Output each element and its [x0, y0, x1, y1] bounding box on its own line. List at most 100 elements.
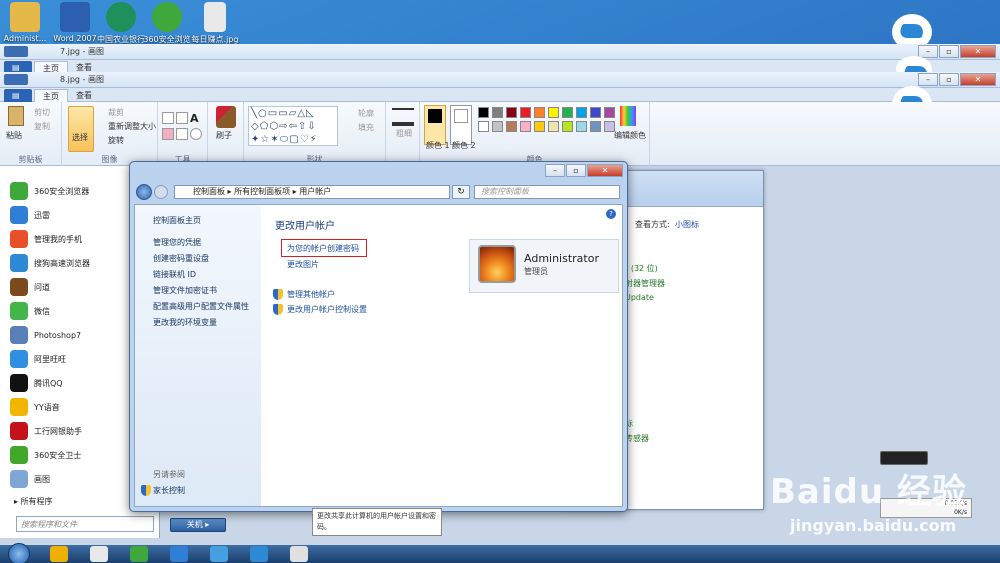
- maximize-button[interactable]: ▫: [939, 73, 959, 86]
- uac-settings-link[interactable]: 更改用户帐户控制设置: [287, 304, 367, 315]
- refresh-button[interactable]: ↻: [452, 185, 470, 199]
- nav-encryption-cert[interactable]: 管理文件加密证书: [153, 285, 217, 296]
- color-swatch[interactable]: [562, 121, 573, 132]
- media-widget[interactable]: [880, 451, 928, 465]
- breadcrumb-2[interactable]: 用户帐户: [299, 187, 331, 196]
- create-password-link[interactable]: 为您的帐户创建密码: [287, 243, 359, 254]
- taskbar-app-icon[interactable]: [90, 546, 108, 562]
- cut-button[interactable]: 剪切: [34, 107, 50, 118]
- size-icon[interactable]: [392, 108, 414, 126]
- select-button[interactable]: [68, 106, 94, 152]
- close-button[interactable]: ✕: [960, 45, 996, 58]
- color-swatch[interactable]: [548, 121, 559, 132]
- manage-other-accounts-link[interactable]: 管理其他帐户: [287, 289, 335, 300]
- nav-env-vars[interactable]: 更改我的环境变量: [153, 317, 217, 328]
- view-mode-value[interactable]: 小图标: [675, 219, 699, 230]
- pencil-icon[interactable]: [162, 112, 174, 124]
- file-menu-tab[interactable]: ▤: [4, 89, 32, 102]
- start-menu-item[interactable]: 工行网银助手: [10, 420, 82, 442]
- color-swatch[interactable]: [604, 107, 615, 118]
- paste-button[interactable]: 粘贴: [6, 130, 22, 141]
- start-button[interactable]: [8, 543, 30, 563]
- start-menu-item[interactable]: 腾讯QQ: [10, 372, 63, 394]
- color-swatch[interactable]: [478, 107, 489, 118]
- back-item-1[interactable]: r (32 位): [625, 263, 658, 274]
- start-menu-item[interactable]: 360安全浏览器: [10, 180, 89, 202]
- color-swatch[interactable]: [520, 121, 531, 132]
- desktop-icon-admin[interactable]: Administ...: [0, 2, 50, 43]
- maximize-button[interactable]: ▫: [939, 45, 959, 58]
- change-picture-link[interactable]: 更改图片: [287, 259, 319, 270]
- edit-colors-button[interactable]: 编辑颜色: [614, 130, 646, 141]
- start-menu-item[interactable]: 迅雷: [10, 204, 50, 226]
- taskbar-app-icon[interactable]: [170, 546, 188, 562]
- start-menu-item[interactable]: 阿里旺旺: [10, 348, 66, 370]
- start-menu-item[interactable]: 360安全卫士: [10, 444, 81, 466]
- breadcrumb-0[interactable]: 控制面板: [193, 187, 225, 196]
- start-menu-item[interactable]: YY语音: [10, 396, 60, 418]
- outline-button[interactable]: 轮廓: [358, 108, 374, 119]
- picker-icon[interactable]: [176, 128, 188, 140]
- fill-icon[interactable]: [176, 112, 188, 124]
- breadcrumb-1[interactable]: 所有控制面板项: [234, 187, 290, 196]
- nav-advanced-profile[interactable]: 配置高级用户配置文件属性: [153, 301, 249, 312]
- taskbar-app-icon[interactable]: [130, 546, 148, 562]
- start-search-input[interactable]: 搜索程序和文件: [16, 516, 154, 532]
- minimize-button[interactable]: –: [545, 164, 565, 177]
- taskbar-app-icon[interactable]: [50, 546, 68, 562]
- color-swatch[interactable]: [590, 107, 601, 118]
- taskbar-app-icon[interactable]: [210, 546, 228, 562]
- crop-button[interactable]: 裁剪: [108, 107, 124, 118]
- brush-icon[interactable]: [216, 106, 236, 128]
- close-button[interactable]: ✕: [587, 164, 623, 177]
- back-item-5[interactable]: 传感器: [625, 433, 649, 444]
- color-swatch[interactable]: [520, 107, 531, 118]
- color-swatch[interactable]: [548, 107, 559, 118]
- taskbar-app-icon[interactable]: [250, 546, 268, 562]
- color-swatch[interactable]: [492, 107, 503, 118]
- all-programs-link[interactable]: ▸ 所有程序: [14, 496, 53, 507]
- control-panel-search-input[interactable]: 搜索控制面板: [474, 185, 620, 199]
- color-swatch[interactable]: [562, 107, 573, 118]
- help-icon[interactable]: ?: [606, 209, 616, 219]
- brush-button[interactable]: 刷子: [216, 130, 232, 141]
- start-menu-item[interactable]: 微信: [10, 300, 50, 322]
- back-item-3[interactable]: Update: [625, 293, 654, 302]
- text-icon[interactable]: A: [190, 112, 202, 125]
- paste-icon[interactable]: [8, 106, 24, 126]
- parental-controls-link[interactable]: 家长控制: [153, 485, 185, 496]
- start-menu-item[interactable]: 搜狗高速浏览器: [10, 252, 90, 274]
- desktop-icon-360[interactable]: 360安全浏览: [142, 2, 192, 45]
- shapes-gallery[interactable]: ╲○▭▭▱△◺ ◇⬠⬡⇨⇦⇧⇩ ✦☆✶⬭▢♡⚡: [248, 106, 338, 146]
- rotate-button[interactable]: 旋转: [108, 135, 124, 146]
- color1-swatch[interactable]: [424, 105, 446, 145]
- desktop-icon-jpg[interactable]: 每日赚点.jpg: [190, 2, 240, 45]
- color-swatch[interactable]: [534, 107, 545, 118]
- quick-access-icon[interactable]: [4, 74, 28, 85]
- minimize-button[interactable]: –: [918, 73, 938, 86]
- resize-button[interactable]: 重新调整大小: [108, 121, 156, 132]
- desktop-icon-word[interactable]: Word 2007: [50, 2, 100, 43]
- forward-button[interactable]: [154, 185, 168, 199]
- nav-link-online-id[interactable]: 链接联机 ID: [153, 269, 196, 280]
- color-swatch[interactable]: [576, 121, 587, 132]
- copy-button[interactable]: 复制: [34, 121, 50, 132]
- tab-home[interactable]: 主页: [34, 89, 68, 102]
- back-item-2[interactable]: 射器管理器: [625, 278, 665, 289]
- size-button[interactable]: 粗细: [396, 128, 412, 139]
- start-menu-item[interactable]: Photoshop7: [10, 324, 81, 346]
- fill-button[interactable]: 填充: [358, 122, 374, 133]
- quick-access-icon[interactable]: [4, 46, 28, 57]
- color2-swatch[interactable]: [450, 105, 472, 145]
- nav-reset-disk[interactable]: 创建密码重设盘: [153, 253, 209, 264]
- color-swatch[interactable]: [492, 121, 503, 132]
- edit-colors-icon[interactable]: [620, 106, 636, 126]
- maximize-button[interactable]: ▫: [566, 164, 586, 177]
- color-swatch[interactable]: [478, 121, 489, 132]
- eraser-icon[interactable]: [162, 128, 174, 140]
- color-swatch[interactable]: [576, 107, 587, 118]
- color-swatch[interactable]: [534, 121, 545, 132]
- desktop-icon-abc[interactable]: 中国农业银行: [96, 2, 146, 45]
- start-menu-item[interactable]: 问道: [10, 276, 50, 298]
- color-swatch[interactable]: [590, 121, 601, 132]
